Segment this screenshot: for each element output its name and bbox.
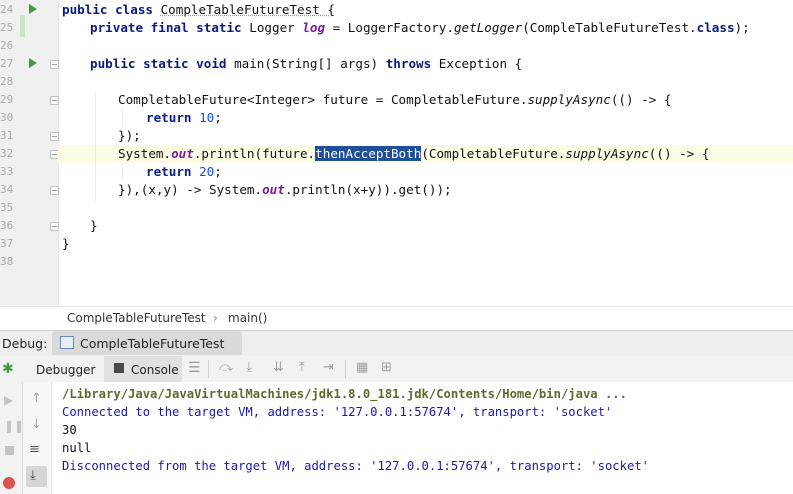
code-line-27: public static void main(String[] args) t… [90,56,523,71]
code-line-25: private final static Logger log = Logger… [90,20,750,35]
debug-tool-header: Debug: CompleTableFutureTest [0,330,793,356]
up-arrow-icon[interactable]: ↑ [31,392,42,405]
tab-console-active[interactable]: Console [104,356,182,382]
console-line: Connected to the target VM, address: '12… [62,405,613,419]
line-number: 33 [0,165,14,178]
code-line-37: } [62,236,70,251]
console-line: null [62,441,92,455]
console-icon [114,363,124,373]
fold-marker-icon[interactable] [50,132,59,141]
step-out-icon[interactable]: ⤒ [299,361,305,374]
code-line-30: return 10; [146,110,222,125]
console-line: 30 [62,423,77,437]
down-arrow-icon[interactable]: ↓ [31,418,42,431]
line-number: 38 [0,255,14,268]
line-number: 27 [0,57,14,70]
toolbar-divider [208,360,209,378]
soft-wrap-icon[interactable]: ≡ [29,443,40,456]
run-gutter-icon[interactable] [29,4,37,14]
debug-action-bar: ▶ ❚❚ [0,382,24,494]
debug-label: Debug: [2,336,48,351]
step-into-icon[interactable]: ⤓ [246,361,252,374]
fold-marker-icon[interactable] [50,60,59,69]
line-number: 36 [0,219,14,232]
line-number: 28 [0,75,14,88]
editor-gutter: 24 25 26 27 28 29 30 31 32 33 34 35 36 3… [0,0,59,306]
code-editor[interactable]: 24 25 26 27 28 29 30 31 32 33 34 35 36 3… [0,0,793,306]
debug-toolbar: ✱ Debugger Console ☰ ⤼ ⤓ ⇊ ⤒ ⇥ ▦ ⊞ [0,356,793,383]
resume-icon[interactable]: ▶ [4,394,13,406]
console-line-command[interactable]: /Library/Java/JavaVirtualMachines/jdk1.8… [62,385,627,403]
change-marker [20,15,25,37]
evaluate-icon[interactable]: ⊞ [381,361,392,374]
code-line-29: CompletableFuture<Integer> future = Comp… [118,92,672,107]
line-number: 25 [0,21,14,34]
fold-marker-icon[interactable] [50,222,59,231]
line-number: 35 [0,201,14,214]
breadcrumb-method[interactable]: main() [228,311,267,325]
pause-icon[interactable]: ❚❚ [4,420,24,432]
tab-console: Console [131,363,179,377]
line-number: 30 [0,111,14,124]
code-line-33: return 20; [146,164,222,179]
line-number: 26 [0,39,14,52]
line-number: 29 [0,93,14,106]
breadcrumb: CompleTableFutureTest › main() [0,306,793,330]
table-icon[interactable]: ▦ [356,361,368,374]
indent-guide [122,109,123,127]
run-gutter-icon[interactable] [29,58,37,68]
console-output[interactable]: /Library/Java/JavaVirtualMachines/jdk1.8… [52,382,793,494]
breakpoints-icon[interactable] [3,477,15,489]
line-number: 24 [0,3,14,16]
force-step-into-icon[interactable]: ⇊ [273,361,284,374]
step-over-icon[interactable]: ⤼ [219,361,233,374]
debug-session-label: CompleTableFutureTest [80,336,225,351]
bug-icon[interactable]: ✱ [2,362,14,376]
fold-marker-icon[interactable] [50,96,59,105]
scroll-to-end-button[interactable]: ⤓ [26,466,47,487]
code-line-34: }),(x,y) -> System.out.println(x+y)).get… [118,182,452,197]
selected-method: thenAcceptBoth [315,146,422,161]
breadcrumb-class[interactable]: CompleTableFutureTest [67,311,206,325]
indent-guide [95,91,96,201]
code-line-36: } [90,218,98,233]
code-line-24: public class CompleTableFutureTest { [62,2,335,17]
run-to-cursor-icon[interactable]: ⇥ [323,361,334,374]
fold-marker-icon[interactable] [50,186,59,195]
console-line: Disconnected from the target VM, address… [62,459,649,473]
toolbar-divider [345,360,346,378]
indent-guide [122,163,123,181]
code-line-32: System.out.println(future.thenAcceptBoth… [118,146,710,161]
line-number: 37 [0,237,14,250]
menu-icon[interactable]: ☰ [188,361,201,375]
console-action-bar: ↑ ↓ ≡ ⤓ [23,382,52,494]
line-number: 32 [0,147,14,160]
code-line-31: }); [118,128,141,143]
tab-debugger[interactable]: Debugger [36,363,95,377]
scroll-to-end-icon: ⤓ [30,468,36,483]
line-number: 31 [0,129,14,142]
debug-session-tab[interactable]: CompleTableFutureTest [52,331,242,355]
console-icon [60,336,74,349]
line-number: 34 [0,183,14,196]
stop-icon[interactable] [5,446,14,455]
breadcrumb-separator: › [213,311,218,325]
